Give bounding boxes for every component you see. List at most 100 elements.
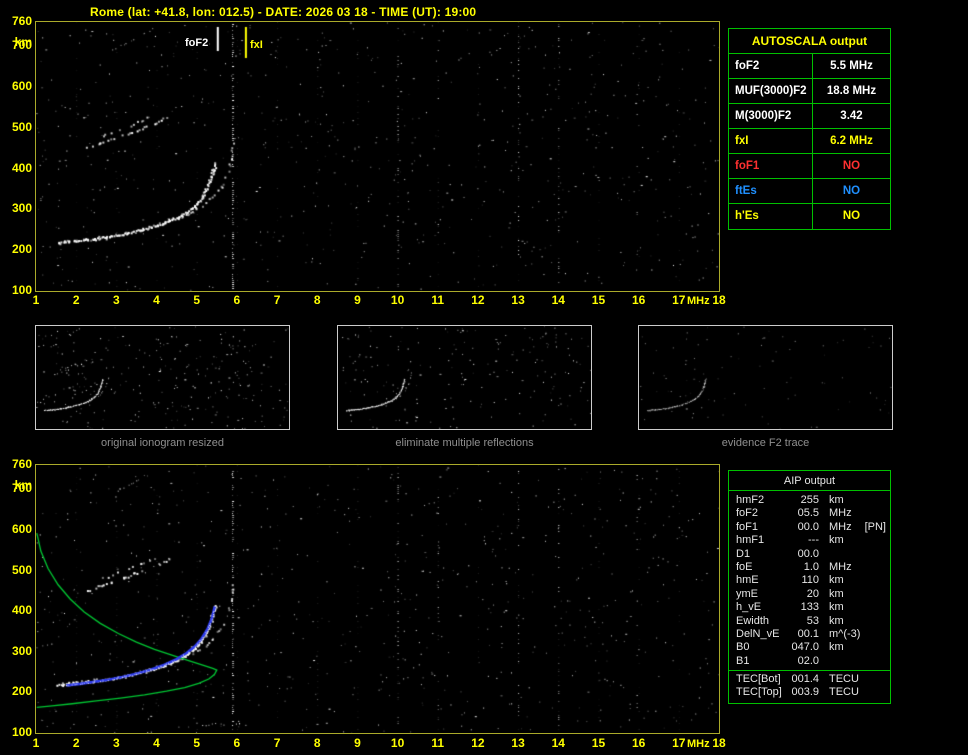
parameter-name: M(3000)F2	[729, 104, 813, 128]
x-axis-tick-bottom: 7	[273, 736, 281, 750]
thumbnail-original-canvas	[36, 326, 289, 429]
parameter-name: fxI	[729, 129, 813, 153]
thumbnail-eliminate-reflections	[337, 325, 592, 430]
y-axis-tick-bottom: 300	[11, 643, 32, 658]
autoscala-table-rows: foF2 5.5 MHz MUF(3000)F2 18.8 MHz M(3000)F2 3…	[729, 54, 890, 229]
x-axis-tick-top: 7	[273, 293, 281, 307]
parameter-value: 1.0	[803, 560, 819, 573]
parameter-extra	[861, 628, 890, 641]
thumbnail-caption-original: original ionogram resized	[101, 437, 224, 449]
parameter-value: 003.9	[791, 686, 819, 699]
autoscala-row-fof1: foF1 NO	[729, 154, 890, 179]
x-axis-tick-bottom: 11	[431, 736, 445, 750]
parameter-label: hmE	[736, 574, 759, 587]
parameter-value: NO	[842, 210, 861, 222]
x-axis-tick-top: 11	[431, 293, 445, 307]
parameter-unit: km	[829, 574, 844, 587]
parameter-unit: km	[829, 614, 844, 627]
x-axis-tick-bottom: 4	[153, 736, 160, 750]
aip-row-tectop: TEC[Top] 003.9 TECU	[729, 686, 890, 699]
fxI-marker-label: fxI	[249, 39, 264, 51]
parameter-extra	[861, 641, 890, 654]
parameter-label: B0	[736, 641, 750, 654]
x-axis-tick-bottom: 2	[72, 736, 80, 750]
parameter-extra	[861, 507, 890, 520]
x-axis-tick-bottom: 17	[672, 736, 686, 750]
parameter-label: DelN_vE	[736, 627, 780, 640]
y-axis-tick-bottom: 500	[11, 562, 32, 577]
parameter-extra	[861, 601, 890, 614]
aip-row-d1: D1 00.0	[729, 548, 890, 561]
parameter-unit: TECU	[829, 686, 859, 699]
x-axis-tick-bottom: 6	[233, 736, 241, 750]
aip-row-hve: h_vE 133 km	[729, 601, 890, 614]
parameter-unit: km	[829, 641, 844, 654]
parameter-label: TEC[Bot]	[736, 673, 781, 686]
x-axis-tick-bottom: 14	[551, 736, 565, 750]
parameter-value: 133	[800, 601, 819, 614]
y-axis-tick-bottom: 760	[11, 457, 32, 471]
parameter-label: ymE	[736, 587, 758, 600]
y-axis-tick-top: 600	[11, 79, 32, 94]
parameter-label: h_vE	[736, 601, 762, 614]
x-axis-tick-top: 15	[591, 293, 606, 307]
parameter-name: foF1	[729, 154, 813, 178]
parameter-label: hmF2	[736, 494, 765, 506]
thumbnail-caption-eliminate: eliminate multiple reflections	[395, 437, 534, 449]
x-axis-tick-top: 4	[153, 293, 160, 307]
x-axis-tick-top: 8	[313, 293, 321, 307]
thumbnail-caption-evidence: evidence F2 trace	[721, 437, 810, 449]
autoscala-row-muf3000f2: MUF(3000)F2 18.8 MHz	[729, 79, 890, 104]
autoscala-row-ftes: ftEs NO	[729, 179, 890, 204]
x-axis-tick-bottom: 13	[511, 736, 525, 750]
ionogram-top-canvas	[36, 22, 719, 291]
parameter-extra	[861, 561, 890, 574]
parameter-value: 110	[801, 574, 819, 587]
parameter-label: foF2	[736, 507, 759, 520]
x-axis-tick-top: 16	[631, 293, 646, 307]
foF2-marker-label: foF2	[184, 37, 210, 49]
parameter-unit	[819, 548, 861, 561]
y-axis-tick-bottom: 400	[11, 603, 32, 618]
thumbnail-evidence-canvas	[639, 326, 892, 429]
y-axis-tick-top: 400	[11, 160, 32, 175]
x-axis-tick-top: 5	[193, 293, 201, 307]
autoscala-row-m3000f2: M(3000)F2 3.42	[729, 104, 890, 129]
autoscala-output-table: AUTOSCALA output foF2 5.5 MHz MUF(3000)F2 1…	[728, 28, 891, 230]
x-axis-tick-bottom: 3	[113, 736, 120, 750]
aip-row-b1: B1 02.0	[729, 655, 890, 668]
x-axis-tick-top: 12	[471, 293, 485, 307]
parameter-label: B1	[736, 654, 750, 667]
y-axis-unit-top: km	[14, 35, 32, 49]
x-axis-tick-bottom: 15	[591, 736, 606, 750]
parameter-name: ftEs	[729, 179, 813, 203]
x-axis-tick-top: 1	[32, 293, 40, 307]
aip-row-ewidth: Ewidth 53 km	[729, 615, 890, 628]
parameter-unit: km	[829, 601, 844, 614]
x-axis-tick-top: 10	[390, 293, 405, 307]
y-axis-tick-bottom: 200	[11, 684, 32, 699]
autoscala-row-fof2: foF2 5.5 MHz	[729, 54, 890, 79]
parameter-value: 001.4	[791, 673, 819, 686]
parameter-unit: m^(-3)	[829, 627, 861, 640]
x-axis-tick-top: 2	[72, 293, 80, 307]
autoscala-row-hes: h'Es NO	[729, 204, 890, 229]
aip-row-hmf1: hmF1 --- km	[729, 534, 890, 547]
y-axis-unit-bottom: km	[14, 478, 32, 492]
thumbnail-evidence-f2	[638, 325, 893, 430]
ionogram-plot-frame-top	[35, 21, 720, 292]
x-axis-tick-top: 3	[113, 293, 120, 307]
parameter-value: 3.42	[840, 110, 863, 122]
x-axis-unit-top: MHz	[687, 295, 710, 307]
parameter-unit: km	[829, 587, 844, 600]
ionogram-plot-frame-bottom	[35, 464, 720, 734]
ionogram-bottom-canvas	[36, 465, 719, 733]
y-axis-tick-bottom: 100	[11, 725, 32, 739]
x-axis-unit-bottom: MHz	[687, 738, 710, 750]
thumbnail-eliminate-canvas	[338, 326, 591, 429]
parameter-extra	[861, 615, 890, 628]
x-axis-tick-top: 6	[233, 293, 241, 307]
thumbnail-original-ionogram	[35, 325, 290, 430]
aip-row-tecbot: TEC[Bot] 001.4 TECU	[729, 673, 890, 686]
parameter-extra	[861, 686, 890, 699]
